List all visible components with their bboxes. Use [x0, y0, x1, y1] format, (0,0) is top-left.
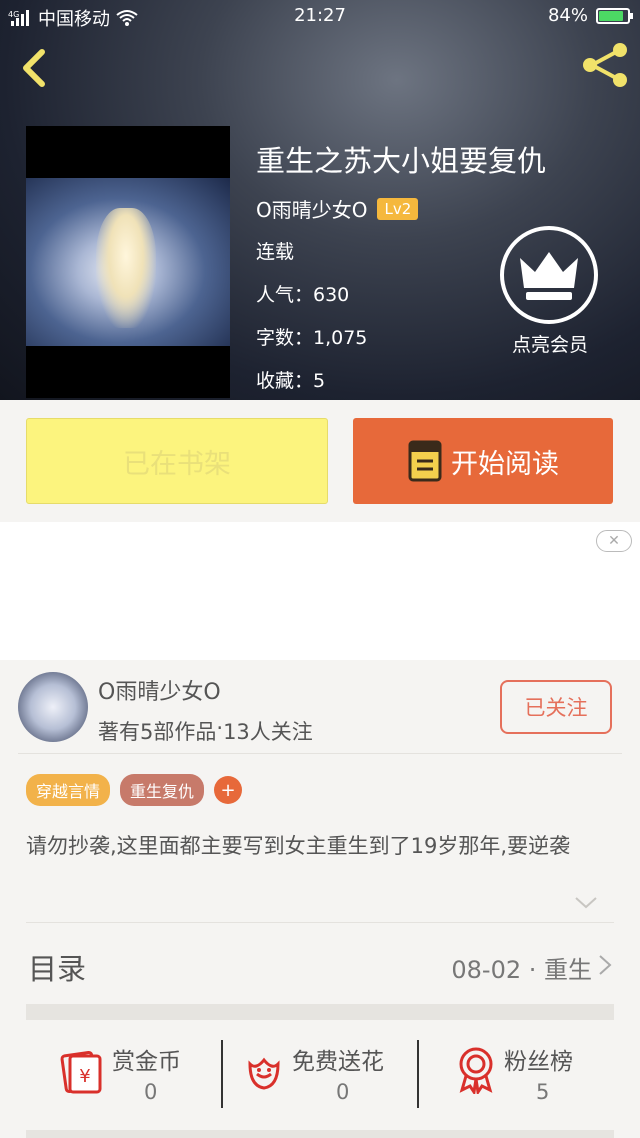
status-bar: 4G 中国移动 21:27 84% [0, 0, 640, 32]
in-shelf-button[interactable]: 已在书架 [26, 418, 328, 504]
stats-separator: · [216, 716, 224, 740]
serial-status: 连载 [256, 241, 295, 263]
book-cover[interactable] [26, 126, 230, 398]
followers-count: 13人关注 [223, 720, 313, 744]
cover-image [26, 178, 230, 346]
add-tag-button[interactable]: + [214, 776, 243, 804]
follow-button[interactable]: 已关注 [500, 680, 612, 734]
battery-percent: 84% [547, 5, 588, 26]
word-count: 字数：1,075 [256, 327, 368, 349]
vip-button[interactable]: 点亮会员 [500, 226, 600, 366]
status-right: 84% [547, 5, 633, 26]
divider [18, 753, 622, 754]
works-count: 著有5部作品 [98, 720, 217, 744]
crown-icon [520, 252, 578, 300]
section-spacer [26, 1004, 614, 1020]
book-header: 4G 中国移动 21:27 84% 重生之苏大小姐要复仇 O雨晴少女O Lv2 … [0, 0, 640, 400]
author-card-name[interactable]: O雨晴少女O [98, 674, 221, 706]
interaction-bar: ¥ 赏金币 0 免费送花 0 粉丝榜 5 [26, 1030, 614, 1120]
fans-label: 粉丝榜 [504, 1049, 573, 1075]
vip-label: 点亮会员 [511, 334, 588, 356]
medal-icon [459, 1047, 493, 1094]
book-icon [408, 440, 442, 482]
reward-label: 赏金币 [112, 1049, 181, 1075]
table-of-contents-row[interactable]: 目录 08-02 · 重生 [26, 930, 614, 1000]
reward-value: 0 [144, 1080, 158, 1104]
book-title: 重生之苏大小姐要复仇 [256, 144, 547, 178]
fan-ranking-button[interactable]: 粉丝榜 5 [418, 1030, 614, 1120]
flower-label: 免费送花 [292, 1049, 384, 1075]
share-icon [583, 43, 627, 87]
book-description: 请勿抄袭,这里面都主要写到女主重生到了19岁那年,要逆袭 [26, 834, 571, 858]
svg-text:¥: ¥ [79, 1066, 90, 1087]
start-reading-button[interactable]: 开始阅读 [353, 418, 613, 504]
reward-coins-button[interactable]: ¥ 赏金币 0 [26, 1030, 222, 1120]
author-section: O雨晴少女O 著有5部作品 · 13人关注 已关注 穿越言情 重生复仇 + 请勿… [0, 660, 640, 1138]
favorites-count: 收藏：5 [256, 370, 326, 392]
status-time: 21:27 [294, 5, 346, 26]
tag-item[interactable]: 穿越言情 [26, 774, 111, 806]
latest-chapter: 08-02 · 重生 [451, 956, 592, 984]
chevron-right-icon [599, 955, 612, 975]
ad-close-button[interactable]: ✕ [596, 530, 632, 552]
author-row[interactable]: O雨晴少女O Lv2 [256, 194, 419, 223]
chevron-left-icon [23, 49, 45, 87]
red-envelope-icon: ¥ [60, 1050, 102, 1094]
section-spacer [26, 1130, 614, 1138]
divider [26, 922, 614, 923]
tag-list: 穿越言情 重生复仇 + [26, 774, 243, 806]
chevron-down-icon[interactable] [574, 896, 598, 910]
battery-level [599, 10, 623, 21]
share-button[interactable] [580, 40, 630, 90]
send-flower-button[interactable]: 免费送花 0 [222, 1030, 418, 1120]
vip-circle [500, 226, 598, 324]
battery-icon [596, 7, 633, 24]
cover-figure [96, 208, 156, 328]
author-stats: 著有5部作品 · 13人关注 [98, 716, 313, 746]
popularity-count: 人气：630 [256, 284, 350, 306]
fans-value: 5 [536, 1080, 550, 1104]
avatar[interactable] [18, 672, 88, 742]
toc-title: 目录 [28, 952, 87, 986]
flower-value: 0 [336, 1080, 350, 1104]
action-buttons-row: 已在书架 开始阅读 [0, 400, 640, 522]
level-badge: Lv2 [377, 197, 419, 220]
back-button[interactable] [14, 46, 54, 90]
ad-banner[interactable]: ✕ [0, 522, 640, 660]
tag-item[interactable]: 重生复仇 [120, 774, 205, 806]
flower-icon [248, 1057, 280, 1090]
start-reading-label: 开始阅读 [451, 448, 559, 480]
author-name[interactable]: O雨晴少女O [256, 194, 367, 223]
